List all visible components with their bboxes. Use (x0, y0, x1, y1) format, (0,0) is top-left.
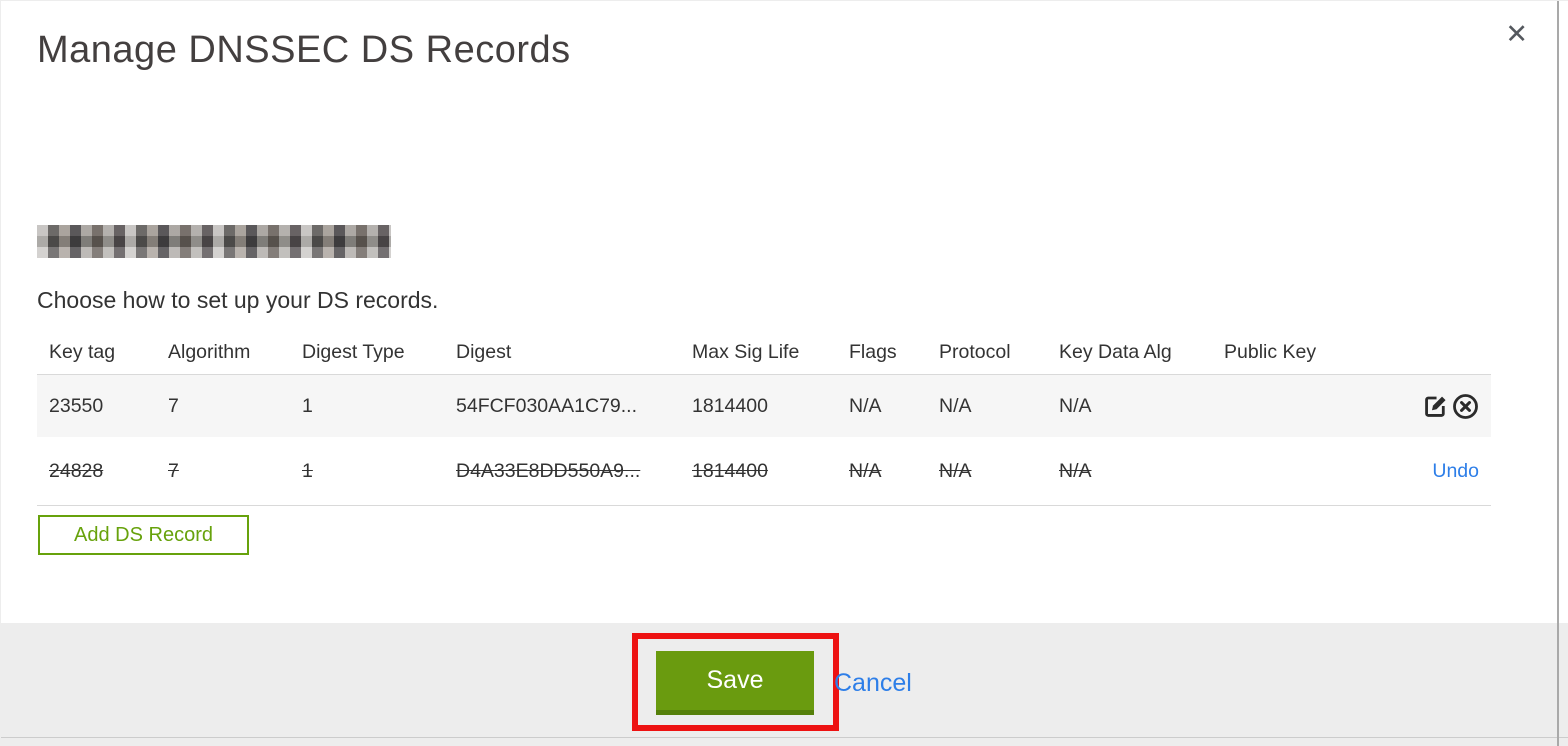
cell-key-data-alg: N/A (1059, 459, 1092, 482)
table-header-row: Key tag Algorithm Digest Type Digest Max… (37, 331, 1491, 375)
col-header-digest-type: Digest Type (302, 341, 405, 363)
table-row-deleted: 24828 7 1 D4A33E8DD550A9... 1814400 N/A … (37, 437, 1491, 506)
col-header-key-data-alg: Key Data Alg (1059, 341, 1172, 363)
cell-digest-type: 1 (302, 394, 313, 417)
col-header-max-sig-life: Max Sig Life (692, 341, 800, 363)
col-header-protocol: Protocol (939, 341, 1011, 363)
close-icon[interactable]: ✕ (1505, 21, 1528, 48)
ds-records-table: Key tag Algorithm Digest Type Digest Max… (37, 331, 1491, 506)
page-title: Manage DNSSEC DS Records (37, 29, 571, 71)
col-header-key-tag: Key tag (49, 341, 116, 363)
save-button[interactable]: Save (656, 651, 814, 715)
cell-key-tag: 23550 (49, 394, 104, 417)
instruction-text: Choose how to set up your DS records. (37, 287, 439, 313)
table-row: 23550 7 1 54FCF030AA1C79... 1814400 N/A … (37, 375, 1491, 437)
cell-max-sig-life: 1814400 (692, 459, 768, 482)
dnssec-modal: Manage DNSSEC DS Records ✕ Choose how to… (0, 0, 1568, 746)
col-header-digest: Digest (456, 341, 512, 363)
undo-link[interactable]: Undo (1432, 460, 1479, 482)
cell-protocol: N/A (939, 394, 972, 417)
cell-digest-type: 1 (302, 459, 313, 482)
row-actions (1401, 393, 1479, 420)
add-ds-record-button[interactable]: Add DS Record (38, 515, 249, 555)
cell-flags: N/A (849, 459, 882, 482)
cell-max-sig-life: 1814400 (692, 394, 768, 417)
cell-flags: N/A (849, 394, 882, 417)
window-right-border (1557, 1, 1559, 746)
edit-record-icon[interactable] (1422, 393, 1449, 420)
cell-algorithm: 7 (168, 459, 179, 482)
cell-key-tag: 24828 (49, 459, 104, 482)
col-header-flags: Flags (849, 341, 897, 363)
cell-digest: D4A33E8DD550A9... (456, 459, 641, 482)
cell-protocol: N/A (939, 459, 972, 482)
cell-digest: 54FCF030AA1C79... (456, 394, 638, 417)
cancel-link[interactable]: Cancel (834, 669, 912, 698)
col-header-public-key: Public Key (1224, 341, 1317, 363)
col-header-algorithm: Algorithm (168, 341, 251, 363)
cell-key-data-alg: N/A (1059, 394, 1092, 417)
modal-footer: Save Cancel (1, 623, 1568, 746)
cell-algorithm: 7 (168, 394, 179, 417)
redacted-domain-name (37, 225, 391, 258)
delete-record-icon[interactable] (1452, 393, 1479, 420)
